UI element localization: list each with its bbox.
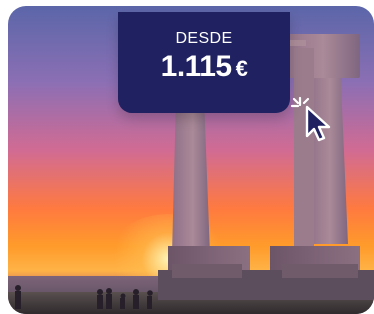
price-prefix: DESDE <box>175 30 233 47</box>
price-value: 1.115 € <box>118 50 290 84</box>
price-banner[interactable]: DESDE 1.115 € <box>118 12 331 142</box>
price-amount: 1.115 <box>160 50 232 83</box>
gate-left-pillar <box>168 98 250 272</box>
tourist-silhouettes <box>15 285 153 309</box>
promo-card[interactable]: DESDE 1.115 € <box>8 6 374 314</box>
ruins-base <box>158 264 374 300</box>
price-currency: € <box>235 56 248 81</box>
cursor-click-icon <box>290 96 331 142</box>
